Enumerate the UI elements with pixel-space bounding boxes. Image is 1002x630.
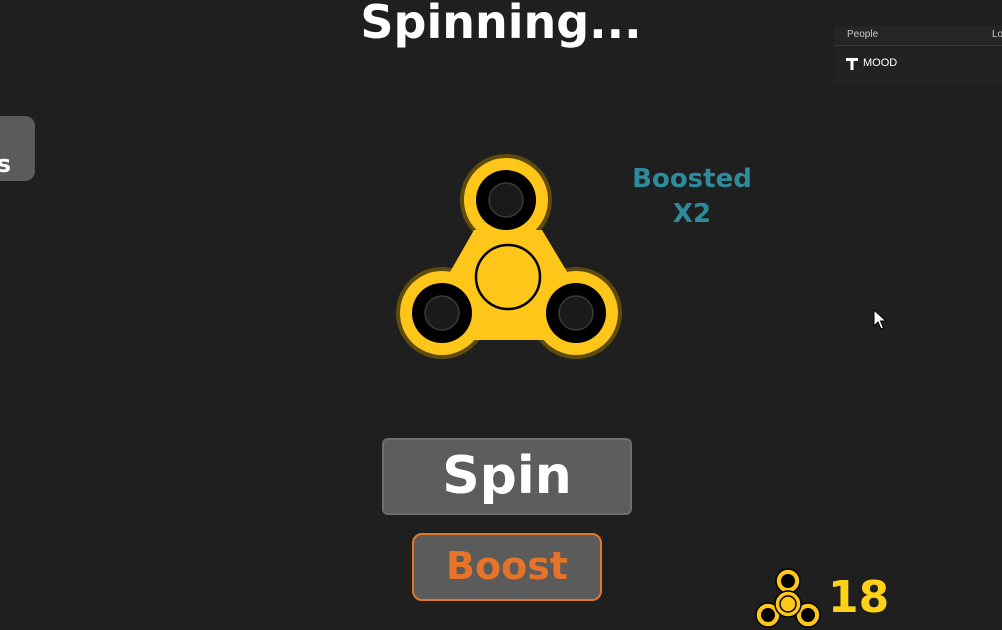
side-menu-tab-label: s bbox=[0, 149, 11, 178]
player-list-header: People Lo bbox=[834, 26, 1002, 46]
player-list-column-leaderstat: Lo bbox=[992, 29, 1002, 40]
boost-multiplier-line2: X2 bbox=[672, 199, 712, 229]
fidget-spinner-icon bbox=[396, 154, 622, 359]
player-list-column-people: People bbox=[847, 29, 879, 40]
boost-button[interactable]: Boost bbox=[412, 533, 602, 601]
player-name: MOOD bbox=[863, 57, 898, 69]
player-list-item[interactable]: MOOD bbox=[834, 53, 1002, 75]
side-menu-tab[interactable]: s bbox=[0, 116, 35, 181]
boost-multiplier-label: Boosted X2 bbox=[612, 162, 772, 232]
spin-button[interactable]: Spin bbox=[382, 438, 632, 515]
mouse-cursor-icon bbox=[873, 309, 887, 330]
boost-multiplier-line1: Boosted bbox=[632, 164, 752, 194]
spinner-counter-icon bbox=[755, 568, 821, 628]
player-list: People Lo MOOD bbox=[834, 26, 1002, 84]
roblox-player-icon bbox=[846, 58, 858, 70]
spinner-count: 18 bbox=[828, 572, 890, 623]
